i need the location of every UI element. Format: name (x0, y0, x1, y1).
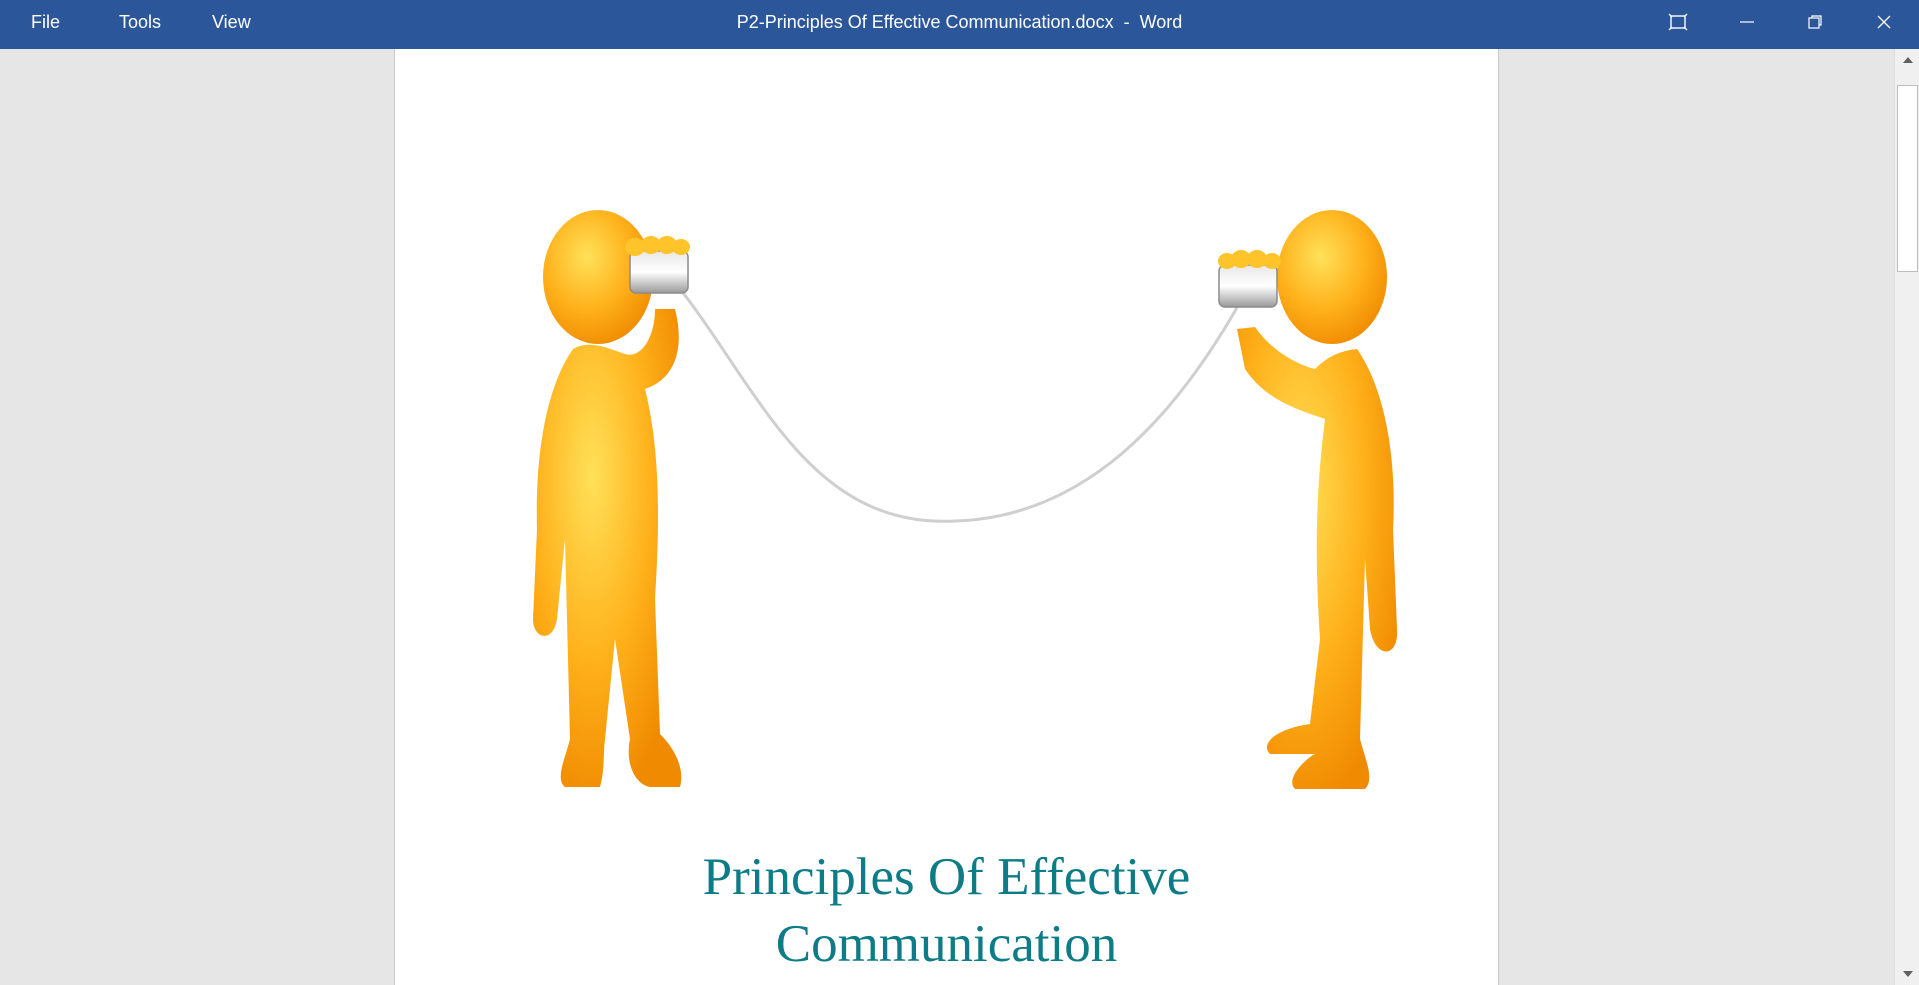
document-area: Principles Of Effective Communication (0, 49, 1894, 985)
right-figure (1218, 210, 1398, 789)
document-title: Principles Of Effective Communication (395, 844, 1498, 978)
menu-file[interactable]: File (25, 0, 66, 49)
left-figure (533, 210, 690, 787)
close-button[interactable] (1854, 0, 1914, 44)
document-page: Principles Of Effective Communication (394, 49, 1499, 985)
window-title: P2-Principles Of Effective Communication… (736, 12, 1183, 32)
scroll-down-button[interactable] (1895, 963, 1919, 985)
document-title-line-1: Principles Of Effective (702, 848, 1191, 906)
scroll-thumb[interactable] (1897, 85, 1918, 272)
vertical-scrollbar[interactable] (1894, 49, 1919, 985)
title-bar: File Tools View P2-Principles Of Effecti… (0, 0, 1919, 49)
arrow-up-icon (1902, 57, 1913, 63)
document-title-line-2: Communication (775, 915, 1118, 973)
minimize-button[interactable] (1717, 0, 1777, 44)
focus-mode-icon (1668, 13, 1688, 31)
minimize-icon (1740, 21, 1754, 23)
close-icon (1877, 15, 1891, 29)
restore-button[interactable] (1785, 0, 1845, 44)
tin-can-phone-illustration (533, 210, 1398, 789)
menu-view[interactable]: View (206, 0, 257, 49)
restore-icon (1808, 15, 1822, 29)
menu-tools[interactable]: Tools (113, 0, 167, 49)
focus-mode-button[interactable] (1648, 0, 1708, 44)
scroll-up-button[interactable] (1895, 49, 1919, 71)
arrow-down-icon (1902, 971, 1913, 977)
